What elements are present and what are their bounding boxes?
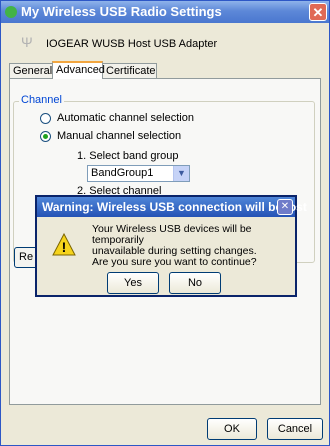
adapter-header: Ψ IOGEAR WUSB Host USB Adapter [1,24,329,64]
yes-button[interactable]: Yes [107,272,159,294]
warning-icon-glyph: ! [62,239,67,255]
warning-icon: ! [52,233,76,256]
usb-icon: Ψ [21,34,33,50]
warning-title-bar[interactable]: Warning: Wireless USB connection will be… [37,197,307,217]
band-group-select[interactable]: BandGroup1 ▼ [87,165,190,182]
cancel-button[interactable]: Cancel [267,418,323,440]
chevron-down-icon[interactable]: ▼ [173,166,189,181]
warning-line-3: Are you sure you want to continue? [92,256,257,268]
warning-close-button[interactable]: ✕ [277,199,293,215]
title-bar[interactable]: My Wireless USB Radio Settings ✕ [1,1,329,23]
ok-button[interactable]: OK [207,418,257,440]
band-group-value: BandGroup1 [91,167,154,179]
adapter-name: IOGEAR WUSB Host USB Adapter [46,38,218,50]
manual-channel-radio[interactable] [40,131,51,142]
warning-line-1: Your Wireless USB devices will be tempor… [92,223,252,246]
tab-certificate[interactable]: Certificate [102,63,157,78]
tab-advanced[interactable]: Advanced [52,61,105,79]
tab-general[interactable]: General [9,63,53,78]
window-title: My Wireless USB Radio Settings [21,4,222,19]
manual-channel-label[interactable]: Manual channel selection [57,130,181,142]
auto-channel-label[interactable]: Automatic channel selection [57,112,194,124]
channel-group-title: Channel [19,94,64,106]
band-group-label: 1. Select band group [77,150,179,162]
auto-channel-radio[interactable] [40,113,51,124]
radio-selected-dot [43,134,48,139]
warning-title: Warning: Wireless USB connection will be… [42,200,307,214]
no-button[interactable]: No [169,272,221,294]
warning-message: Your Wireless USB devices will be tempor… [92,224,292,268]
warning-dialog: Warning: Wireless USB connection will be… [35,195,307,297]
wireless-usb-icon [5,6,17,18]
close-button[interactable]: ✕ [309,3,327,21]
